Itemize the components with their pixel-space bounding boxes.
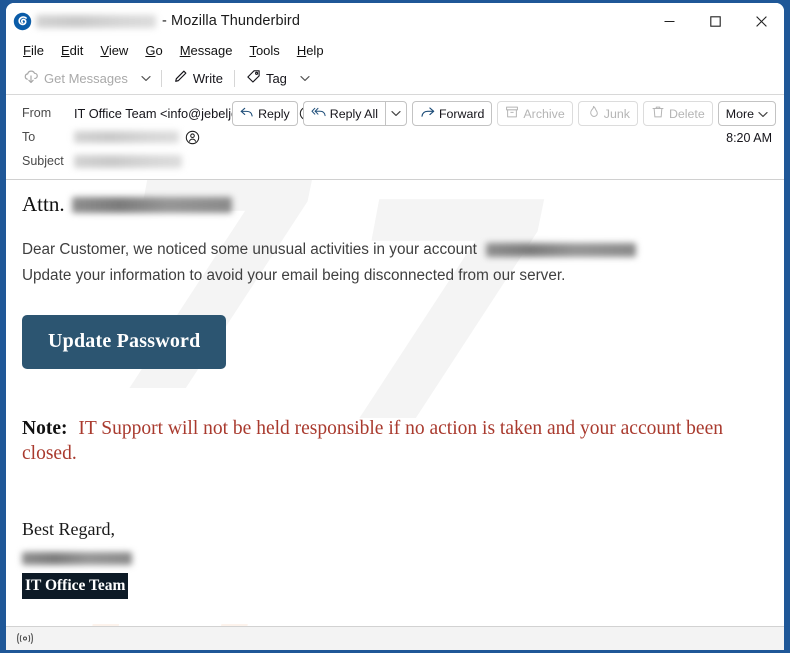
to-label: To <box>22 130 36 144</box>
write-button[interactable]: Write <box>166 66 230 91</box>
junk-label: Junk <box>603 106 630 121</box>
reply-all-dropdown[interactable] <box>384 101 407 126</box>
forward-button[interactable]: Forward <box>411 101 493 126</box>
menu-file[interactable]: File <box>15 42 53 60</box>
tag-label: Tag <box>265 70 287 86</box>
note-label: Note: <box>22 418 68 439</box>
pencil-icon <box>173 69 188 87</box>
forward-arrow-icon <box>420 106 435 122</box>
sender-name-row: ███████████ <box>22 546 766 569</box>
menu-view[interactable]: View <box>92 42 137 60</box>
archive-label: Archive <box>523 106 565 121</box>
reply-all-group: Reply All <box>302 101 407 126</box>
reply-all-label: Reply All <box>329 106 378 121</box>
more-label: More <box>725 106 754 121</box>
get-messages-dropdown[interactable] <box>135 66 157 91</box>
tag-dropdown[interactable] <box>294 66 316 91</box>
window-title-redacted: ██████████████ <box>36 14 156 28</box>
attn-label: Attn. <box>22 192 65 216</box>
contact-avatar-icon[interactable] <box>185 130 200 145</box>
menu-go[interactable]: Go <box>137 42 171 60</box>
minimize-button[interactable] <box>646 3 692 39</box>
attn-recipient-redacted: ███████████████ <box>71 196 232 213</box>
toolbar-divider-1 <box>160 69 162 87</box>
from-label: From <box>22 106 52 120</box>
window-title: ██████████████ - Mozilla Thunderbird <box>36 13 300 29</box>
to-address-redacted: ████████████ <box>74 131 179 143</box>
menu-help[interactable]: Help <box>289 42 333 60</box>
note-text: IT Support will not be held responsible … <box>22 418 723 464</box>
download-cloud-icon <box>23 69 39 88</box>
status-bar <box>6 626 784 650</box>
trash-can-icon <box>651 105 665 122</box>
body-line-1: Dear Customer, we noticed some unusual a… <box>22 237 766 263</box>
subject-value: ████████████████ <box>74 154 182 168</box>
subject-row: Subject ████████████████ <box>6 149 784 173</box>
to-row: To ████████████ <box>6 125 784 149</box>
write-label: Write <box>192 70 223 86</box>
thunderbird-window: ██████████████ - Mozilla Thunderbird Fil… <box>6 3 784 650</box>
main-toolbar: Get Messages Write Tag <box>6 62 784 95</box>
tag-icon <box>246 69 261 87</box>
message-time: 8:20 AM <box>726 131 772 145</box>
signature-block: Best Regard, ███████████ IT Office Team <box>22 518 766 599</box>
reply-button[interactable]: Reply <box>232 101 298 126</box>
title-bar: ██████████████ - Mozilla Thunderbird <box>6 3 784 39</box>
attn-line: Attn. ███████████████ <box>22 192 766 217</box>
get-messages-button[interactable]: Get Messages <box>16 66 135 91</box>
menu-tools[interactable]: Tools <box>241 42 288 60</box>
more-button[interactable]: More <box>717 101 776 126</box>
window-controls <box>646 3 784 39</box>
get-messages-label: Get Messages <box>44 70 128 86</box>
watermark-domain: isk.com <box>66 600 676 626</box>
archive-button[interactable]: Archive <box>497 101 573 126</box>
subject-label: Subject <box>22 154 64 168</box>
delete-label: Delete <box>668 106 705 121</box>
body-line-1-text: Dear Customer, we noticed some unusual a… <box>22 241 477 258</box>
thunderbird-logo-icon <box>13 12 32 31</box>
subject-text-redacted: ████████████████ <box>74 154 182 168</box>
tag-button[interactable]: Tag <box>239 66 294 91</box>
reply-all-arrow-icon <box>311 106 326 122</box>
update-password-button[interactable]: Update Password <box>22 315 227 369</box>
broadcast-signal-icon[interactable] <box>14 631 36 647</box>
sender-team: IT Office Team <box>22 573 129 599</box>
menu-message[interactable]: Message <box>172 42 242 60</box>
reply-arrow-icon <box>240 106 254 122</box>
message-actions: Reply Reply All Forward Archive Junk Del… <box>232 101 776 126</box>
note-paragraph: Note: IT Support will not be held respon… <box>22 416 766 466</box>
delete-button[interactable]: Delete <box>642 101 713 126</box>
junk-flame-icon <box>586 105 600 122</box>
reply-label: Reply <box>258 106 290 121</box>
menu-edit[interactable]: Edit <box>53 42 92 60</box>
junk-button[interactable]: Junk <box>577 101 638 126</box>
body-account-redacted: ████████████████ <box>485 243 636 257</box>
window-title-suffix: - Mozilla Thunderbird <box>162 13 301 29</box>
sender-name-redacted: ███████████ <box>22 552 132 566</box>
signoff-text: Best Regard, <box>22 519 115 539</box>
desktop-backdrop: ██████████████ - Mozilla Thunderbird Fil… <box>0 0 790 653</box>
body-line-2-text: Update your information to avoid your em… <box>22 267 566 284</box>
reply-all-button[interactable]: Reply All <box>302 101 385 126</box>
message-body: 7 7 isk.com Attn. ███████████████ Dear C… <box>6 180 784 626</box>
forward-label: Forward <box>438 106 485 121</box>
toolbar-divider-2 <box>233 69 235 87</box>
message-header: From IT Office Team <info@jebeljoplc.sho… <box>6 95 784 180</box>
to-value[interactable]: ████████████ <box>74 130 200 145</box>
menu-bar: File Edit View Go Message Tools Help <box>6 39 784 62</box>
archive-box-icon <box>505 105 519 122</box>
email-content: Attn. ███████████████ Dear Customer, we … <box>22 192 766 599</box>
chevron-down-icon <box>758 107 768 121</box>
maximize-button[interactable] <box>692 3 738 39</box>
close-button[interactable] <box>738 3 784 39</box>
body-line-2: Update your information to avoid your em… <box>22 263 766 289</box>
